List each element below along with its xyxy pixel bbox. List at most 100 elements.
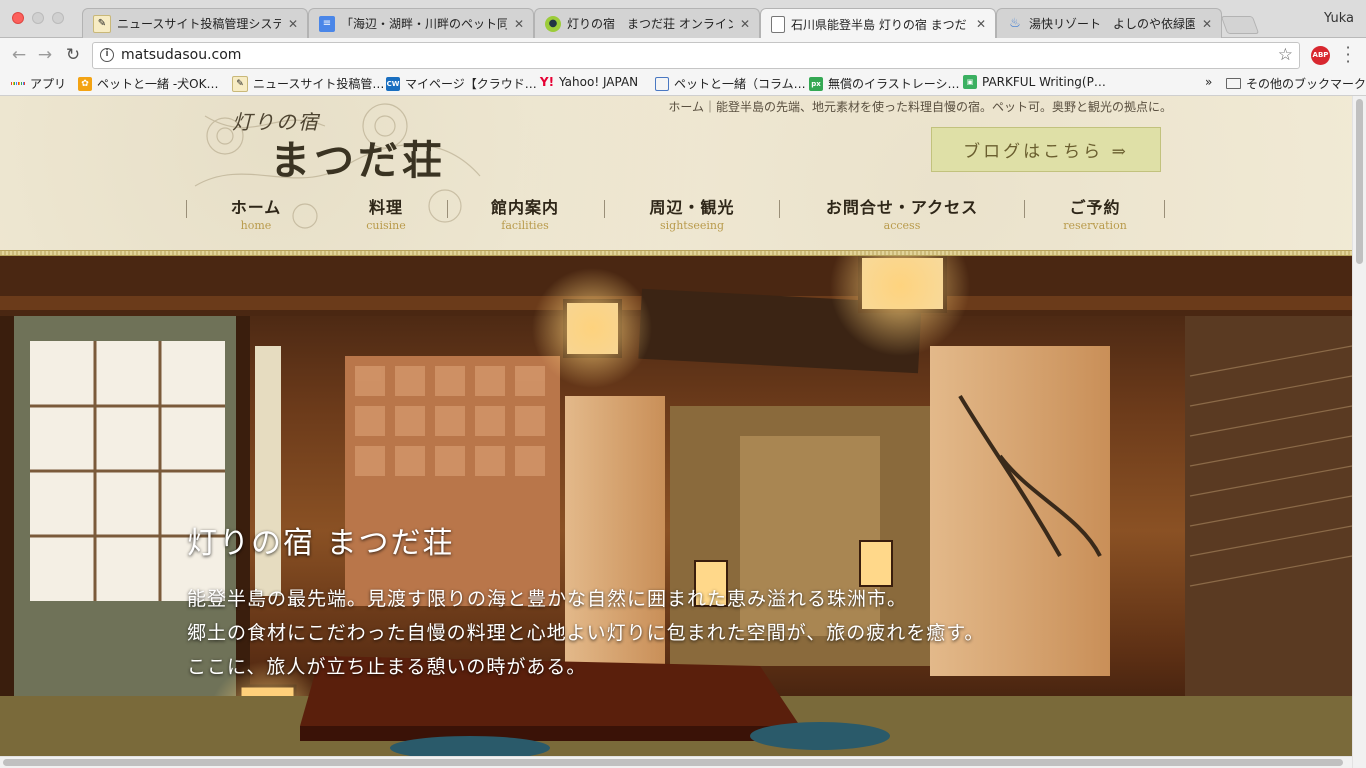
bookmark-label: PARKFUL Writing(P… — [982, 75, 1106, 89]
tab-title: ニュースサイト投稿管理システム — [117, 17, 281, 31]
star-icon[interactable]: ☆ — [1278, 45, 1293, 65]
parkful-icon: ▣ — [963, 75, 977, 89]
nav-label: ホーム — [230, 198, 282, 217]
url-text[interactable]: matsudasou.com — [121, 47, 241, 63]
close-tab-icon[interactable]: ✕ — [287, 17, 299, 31]
nav-sublabel: access — [883, 219, 921, 232]
bookmark-mypage[interactable]: CW マイページ【クラウド… — [386, 75, 537, 92]
notepad-icon: ✎ — [93, 14, 111, 33]
tab-5[interactable]: ♨ 湯快リゾート よしのや依緑園【 ✕ — [996, 8, 1222, 38]
logo-title[interactable]: まつだ荘 — [270, 128, 446, 186]
hero-line-3: ここに、旅人が立ち止まる憩いの時がある。 — [187, 656, 587, 678]
reload-icon[interactable]: ↻ — [62, 44, 84, 66]
tab-title: 「海辺・湖畔・川畔のペット同伴 — [341, 17, 507, 31]
close-window-button[interactable] — [12, 12, 24, 24]
nav-label: 料理 — [368, 198, 403, 217]
nav-label: 周辺・観光 — [649, 198, 735, 217]
tab-title: 石川県能登半島 灯りの宿 まつだ — [791, 17, 967, 32]
tab-2[interactable]: ≡ 「海辺・湖畔・川畔のペット同伴 ✕ — [308, 8, 534, 38]
hero-copy: 灯りの宿 まつだ荘 能登半島の最先端。見渡す限りの海と豊かな自然に囲まれた恵み溢… — [187, 518, 984, 686]
nav-sublabel: home — [240, 219, 272, 232]
bookmarks-overflow-button[interactable]: » — [1205, 75, 1212, 89]
folder-icon — [1226, 78, 1241, 89]
window-icon — [655, 76, 669, 91]
window-controls — [12, 12, 64, 24]
bookmark-label: 無償のイラストレーシ… — [828, 77, 960, 91]
nav-sublabel: cuisine — [366, 219, 406, 232]
nav-label: 館内案内 — [490, 198, 559, 217]
close-tab-icon[interactable]: ✕ — [513, 17, 525, 31]
bookmark-label: マイページ【クラウド… — [405, 77, 537, 91]
nav-sublabel: reservation — [1063, 219, 1127, 232]
nav-separator — [1164, 200, 1165, 218]
pixabay-icon: px — [809, 76, 823, 91]
bookmark-petto-column[interactable]: ペットと一緒（コラム… — [655, 75, 806, 92]
page-icon — [771, 15, 785, 33]
bookmark-petto-issho[interactable]: ✿ ペットと一緒 -犬OK… — [78, 75, 218, 92]
yahoo-icon: Y! — [539, 75, 555, 89]
tab-4[interactable]: 石川県能登半島 灯りの宿 まつだ ✕ — [760, 8, 996, 39]
new-tab-button[interactable] — [1220, 16, 1260, 34]
global-nav: ホーム home 料理 cuisine 館内案内 facilities 周辺・観… — [186, 194, 1166, 234]
menu-icon[interactable]: · · · — [1344, 40, 1352, 70]
bookmark-illustration[interactable]: px 無償のイラストレーシ… — [809, 75, 960, 92]
close-tab-icon[interactable]: ✕ — [1201, 17, 1213, 31]
hero-line-1: 能登半島の最先端。見渡す限りの海と豊かな自然に囲まれた恵み溢れる珠洲市。 — [187, 588, 908, 610]
notepad-icon: ✎ — [232, 75, 248, 92]
nav-label: ご予約 — [1069, 198, 1121, 217]
other-bookmarks-folder[interactable]: その他のブックマーク — [1226, 75, 1366, 92]
bookmarks-bar: アプリ ✿ ペットと一緒 -犬OK… ✎ ニュースサイト投稿管… CW マイペー… — [0, 72, 1366, 96]
back-arrow-icon[interactable]: ← — [8, 44, 30, 66]
site-tagline: ホーム｜能登半島の先端、地元素材を使った料理自慢の宿。ペット可。奥野と観光の拠点… — [668, 100, 1172, 114]
tab-title: 灯りの宿 まつだ荘 オンライン予 — [567, 17, 733, 31]
forward-arrow-icon[interactable]: → — [34, 44, 56, 66]
vertical-scroll-thumb[interactable] — [1356, 99, 1363, 264]
horizontal-scrollbar[interactable] — [0, 756, 1352, 768]
horizontal-scroll-thumb[interactable] — [3, 759, 1343, 766]
bookmark-yahoo[interactable]: Y! Yahoo! JAPAN — [540, 75, 638, 89]
tab-title: 湯快リゾート よしのや依緑園【 — [1029, 17, 1195, 31]
docs-icon: ≡ — [319, 15, 335, 32]
nav-item-access[interactable]: お問合せ・アクセス access — [780, 194, 1024, 234]
address-bar[interactable]: i matsudasou.com ☆ — [92, 42, 1300, 69]
close-tab-icon[interactable]: ✕ — [739, 17, 751, 31]
bookmark-label: アプリ — [30, 77, 67, 91]
bookmark-parkful[interactable]: ▣ PARKFUL Writing(P… — [963, 75, 1106, 89]
nav-item-facilities[interactable]: 館内案内 facilities — [448, 194, 602, 234]
nav-sublabel: facilities — [501, 219, 549, 232]
hero-banner: 灯りの宿 まつだ荘 能登半島の最先端。見渡す限りの海と豊かな自然に囲まれた恵み溢… — [0, 256, 1352, 756]
nav-sublabel: sightseeing — [659, 219, 725, 232]
profile-name[interactable]: Yuka — [1324, 11, 1354, 26]
nav-item-sightseeing[interactable]: 周辺・観光 sightseeing — [605, 194, 779, 234]
bookmark-label: ペットと一緒（コラム… — [674, 77, 806, 91]
overflow-chevron-icon: » — [1205, 75, 1213, 89]
frog-icon: ● — [545, 15, 561, 32]
maximize-window-button[interactable] — [52, 12, 64, 24]
bookmark-news-site[interactable]: ✎ ニュースサイト投稿管… — [232, 75, 384, 92]
nav-item-cuisine[interactable]: 料理 cuisine — [326, 194, 446, 234]
site-header: 灯りの宿 まつだ荘 ホーム｜能登半島の先端、地元素材を使った料理自慢の宿。ペット… — [0, 96, 1352, 253]
blog-button[interactable]: ブログはこちら ⇒ — [931, 127, 1161, 172]
tab-3[interactable]: ● 灯りの宿 まつだ荘 オンライン予 ✕ — [534, 8, 760, 38]
tab-strip: ✎ ニュースサイト投稿管理システム ✕ ≡ 「海辺・湖畔・川畔のペット同伴 ✕ … — [0, 0, 1366, 39]
apps-grid-icon — [10, 77, 26, 91]
tab-1[interactable]: ✎ ニュースサイト投稿管理システム ✕ — [82, 8, 308, 38]
hero-title: 灯りの宿 まつだ荘 — [187, 526, 455, 561]
close-tab-icon[interactable]: ✕ — [975, 17, 987, 31]
bookmark-label: ニュースサイト投稿管… — [253, 77, 385, 91]
bookmark-label: その他のブックマーク — [1246, 77, 1366, 91]
paw-icon: ✿ — [78, 76, 92, 91]
bookmark-apps[interactable]: アプリ — [10, 75, 67, 92]
adblock-icon[interactable]: ABP — [1311, 46, 1330, 65]
hero-line-2: 郷土の食材にこだわった自慢の料理と心地よい灯りに包まれた空間が、旅の疲れを癒す。 — [187, 622, 985, 644]
minimize-window-button[interactable] — [32, 12, 44, 24]
nav-item-home[interactable]: ホーム home — [186, 194, 326, 234]
page-viewport: 灯りの宿 まつだ荘 ホーム｜能登半島の先端、地元素材を使った料理自慢の宿。ペット… — [0, 96, 1352, 756]
crowdworks-icon: CW — [386, 76, 400, 91]
info-icon[interactable]: i — [100, 48, 114, 62]
hot-spring-icon: ♨ — [1009, 16, 1021, 31]
nav-label: お問合せ・アクセス — [825, 198, 979, 217]
vertical-scrollbar[interactable] — [1352, 96, 1366, 768]
bookmark-label: Yahoo! JAPAN — [559, 75, 639, 89]
nav-item-reservation[interactable]: ご予約 reservation — [1025, 194, 1165, 234]
